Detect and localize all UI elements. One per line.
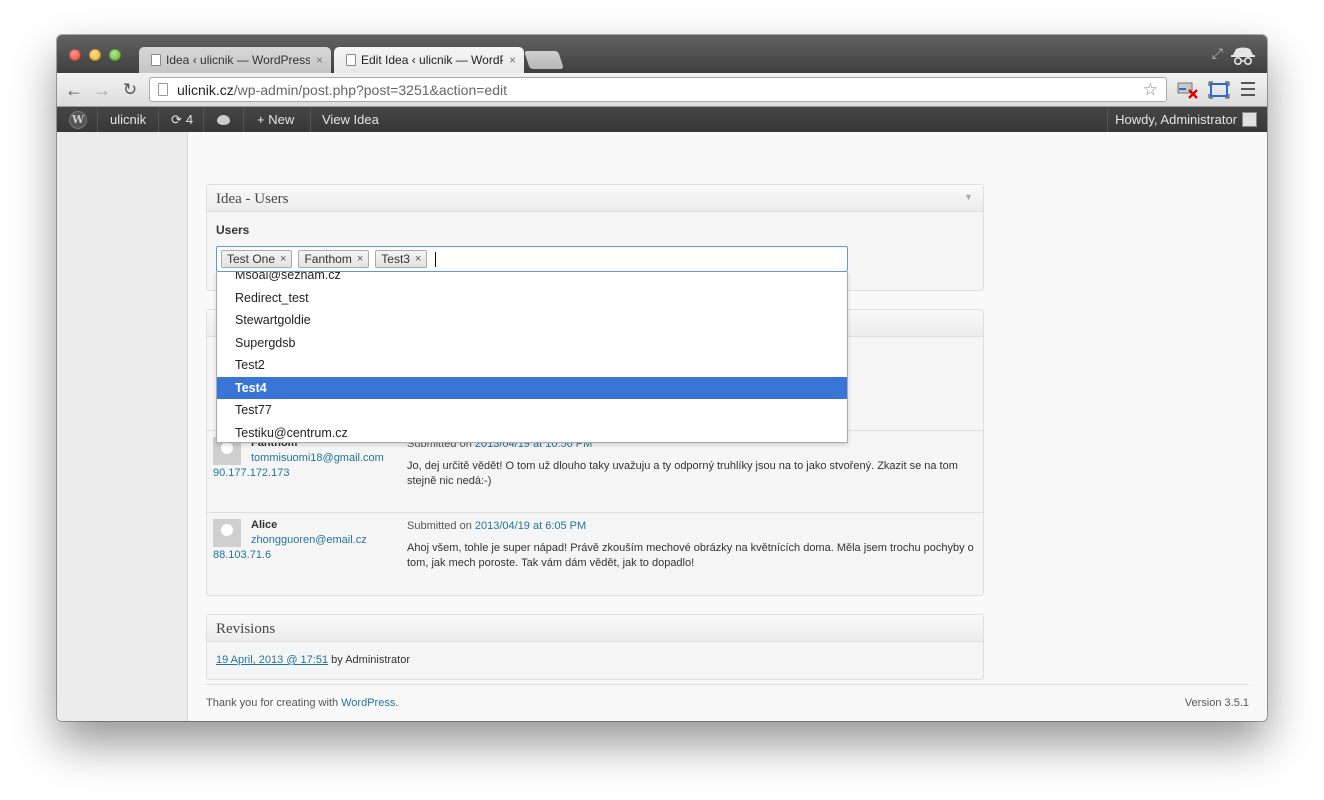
- comment-date-link[interactable]: 2013/04/19 at 6:05 PM: [475, 520, 586, 532]
- token-label: Fanthom: [304, 252, 352, 266]
- wp-footer: Thank you for creating with WordPress. V…: [206, 684, 1249, 714]
- tab-title: Edit Idea ‹ ulicnik — WordPress: [361, 53, 503, 67]
- metabox-header[interactable]: Idea - Users ▼: [207, 185, 983, 212]
- comment-author-ip[interactable]: 88.103.71.6: [213, 549, 271, 561]
- wp-logo-button[interactable]: W: [59, 107, 97, 132]
- users-label: Users: [216, 223, 250, 237]
- submitted-prefix: Submitted on: [407, 520, 475, 532]
- text-caret: [435, 251, 437, 267]
- suggestion-item-selected[interactable]: Test4: [217, 376, 847, 399]
- address-bar[interactable]: ulicnik.cz/wp-admin/post.php?post=3251&a…: [149, 77, 1167, 102]
- fullscreen-icon[interactable]: ⤢: [1212, 45, 1223, 62]
- revision-author: by Administrator: [328, 654, 411, 666]
- token-remove-icon[interactable]: ×: [280, 253, 286, 265]
- comment-text: Ahoj všem, tohle je super nápad! Právě z…: [407, 542, 974, 569]
- users-suggestion-dropdown[interactable]: Msoal@seznam.cz Redirect_test Stewartgol…: [216, 272, 848, 443]
- browser-toolbar: ← → ↻ ulicnik.cz/wp-admin/post.php?post=…: [57, 73, 1267, 107]
- extension-screen-icon[interactable]: [1208, 81, 1230, 99]
- bookmark-star-icon[interactable]: ☆: [1143, 80, 1158, 100]
- user-token[interactable]: Test One ×: [221, 250, 293, 268]
- comment-row: Alice zhongguoren@email.cz 88.103.71.6 S…: [207, 512, 983, 596]
- new-content-button[interactable]: + New: [247, 107, 304, 132]
- reload-button[interactable]: ↻: [119, 80, 141, 100]
- comment-author-email[interactable]: tommisuomi18@gmail.com: [251, 452, 384, 464]
- avatar: [213, 519, 241, 547]
- comment-author-ip[interactable]: 90.177.172.173: [213, 467, 289, 479]
- back-button[interactable]: ←: [63, 80, 85, 100]
- comments-button[interactable]: [207, 107, 240, 132]
- wp-content: Idea - Users ▼ Users Fanthom tommisuomi1…: [57, 132, 1267, 721]
- revisions-metabox: Revisions 19 April, 2013 @ 17:51 by Admi…: [206, 614, 984, 680]
- revision-link[interactable]: 19 April, 2013 @ 17:51: [216, 654, 328, 666]
- metabox-title: Revisions: [216, 621, 276, 637]
- suggestion-item[interactable]: Msoal@seznam.cz: [217, 272, 847, 287]
- tab-edit-idea[interactable]: Edit Idea ‹ ulicnik — WordPress ×: [334, 47, 524, 73]
- metabox-title: Idea - Users: [216, 191, 289, 207]
- toggle-arrow-icon[interactable]: ▼: [964, 192, 973, 202]
- comment-bubble-icon: [217, 114, 230, 125]
- revision-item: 19 April, 2013 @ 17:51 by Administrator: [216, 654, 410, 666]
- document-icon: [346, 54, 356, 66]
- users-token-input[interactable]: Test One × Fanthom × Test3 ×: [216, 246, 848, 272]
- page-icon: [158, 83, 168, 96]
- footer-credit: Thank you for creating with WordPress.: [206, 697, 398, 709]
- tab-idea[interactable]: Idea ‹ ulicnik — WordPress ×: [139, 47, 331, 73]
- url-path: /wp-admin/post.php?post=3251&action=edit: [233, 81, 507, 98]
- token-label: Test3: [381, 252, 410, 266]
- version-text: Version 3.5.1: [1184, 697, 1249, 709]
- suggestion-item[interactable]: Redirect_test: [217, 287, 847, 310]
- menu-icon[interactable]: [1241, 82, 1255, 96]
- suggestion-item[interactable]: Supergdsb: [217, 332, 847, 355]
- user-token[interactable]: Test3 ×: [375, 250, 428, 268]
- token-label: Test One: [227, 252, 276, 266]
- suggestion-item[interactable]: Test77: [217, 399, 847, 422]
- view-idea-link[interactable]: View Idea: [312, 107, 389, 132]
- updates-button[interactable]: ⟳ 4: [161, 107, 203, 132]
- comment-text: Jo, dej určitě vědět! O tom už dlouho ta…: [407, 460, 958, 487]
- tab-strip: Idea ‹ ulicnik — WordPress × Edit Idea ‹…: [57, 35, 1267, 73]
- admin-menu: [57, 132, 188, 721]
- new-tab-button[interactable]: [524, 51, 564, 69]
- tab-close-button[interactable]: ×: [316, 53, 323, 67]
- footer-text: Thank you for creating with: [206, 697, 342, 709]
- user-token[interactable]: Fanthom ×: [298, 250, 370, 268]
- avatar: [1242, 112, 1257, 127]
- tab-title: Idea ‹ ulicnik — WordPress: [166, 53, 310, 67]
- close-window-button[interactable]: [69, 49, 81, 61]
- extension-block-icon[interactable]: [1177, 81, 1199, 99]
- forward-button[interactable]: →: [91, 80, 113, 100]
- browser-window: Idea ‹ ulicnik — WordPress × Edit Idea ‹…: [57, 35, 1267, 721]
- updates-count: 4: [185, 112, 194, 127]
- incognito-icon: [1231, 47, 1255, 65]
- wordpress-logo-icon: W: [69, 110, 87, 129]
- comment-author-name: Alice: [251, 519, 278, 531]
- token-remove-icon[interactable]: ×: [357, 253, 363, 265]
- account-menu[interactable]: Howdy, Administrator: [1105, 107, 1267, 132]
- url-host: ulicnik.cz: [177, 81, 234, 98]
- token-remove-icon[interactable]: ×: [415, 253, 421, 265]
- document-icon: [151, 54, 161, 66]
- comment-submitted: Submitted on 2013/04/19 at 6:05 PM: [407, 519, 979, 534]
- suggestion-item[interactable]: Testiku@centrum.cz: [217, 422, 847, 443]
- wordpress-link[interactable]: WordPress: [341, 697, 395, 709]
- suggestion-item[interactable]: Test2: [217, 354, 847, 377]
- wp-admin-bar: W ulicnik ⟳ 4 + New View Idea Howdy, Adm…: [57, 107, 1267, 132]
- comment-body: Submitted on 2013/04/19 at 6:05 PM Ahoj …: [407, 519, 979, 571]
- zoom-window-button[interactable]: [109, 49, 121, 61]
- metabox-header[interactable]: Revisions: [207, 615, 983, 642]
- footer-suffix: .: [395, 697, 399, 709]
- comment-author-email[interactable]: zhongguoren@email.cz: [251, 534, 367, 546]
- howdy-text: Howdy, Administrator: [1115, 112, 1237, 127]
- comment-body: Submitted on 2013/04/19 at 10:56 PM Jo, …: [407, 437, 979, 489]
- suggestion-item[interactable]: Stewartgoldie: [217, 309, 847, 332]
- minimize-window-button[interactable]: [89, 49, 101, 61]
- updates-icon: ⟳: [171, 111, 182, 127]
- tab-close-button[interactable]: ×: [509, 53, 516, 67]
- site-name-link[interactable]: ulicnik: [100, 107, 156, 132]
